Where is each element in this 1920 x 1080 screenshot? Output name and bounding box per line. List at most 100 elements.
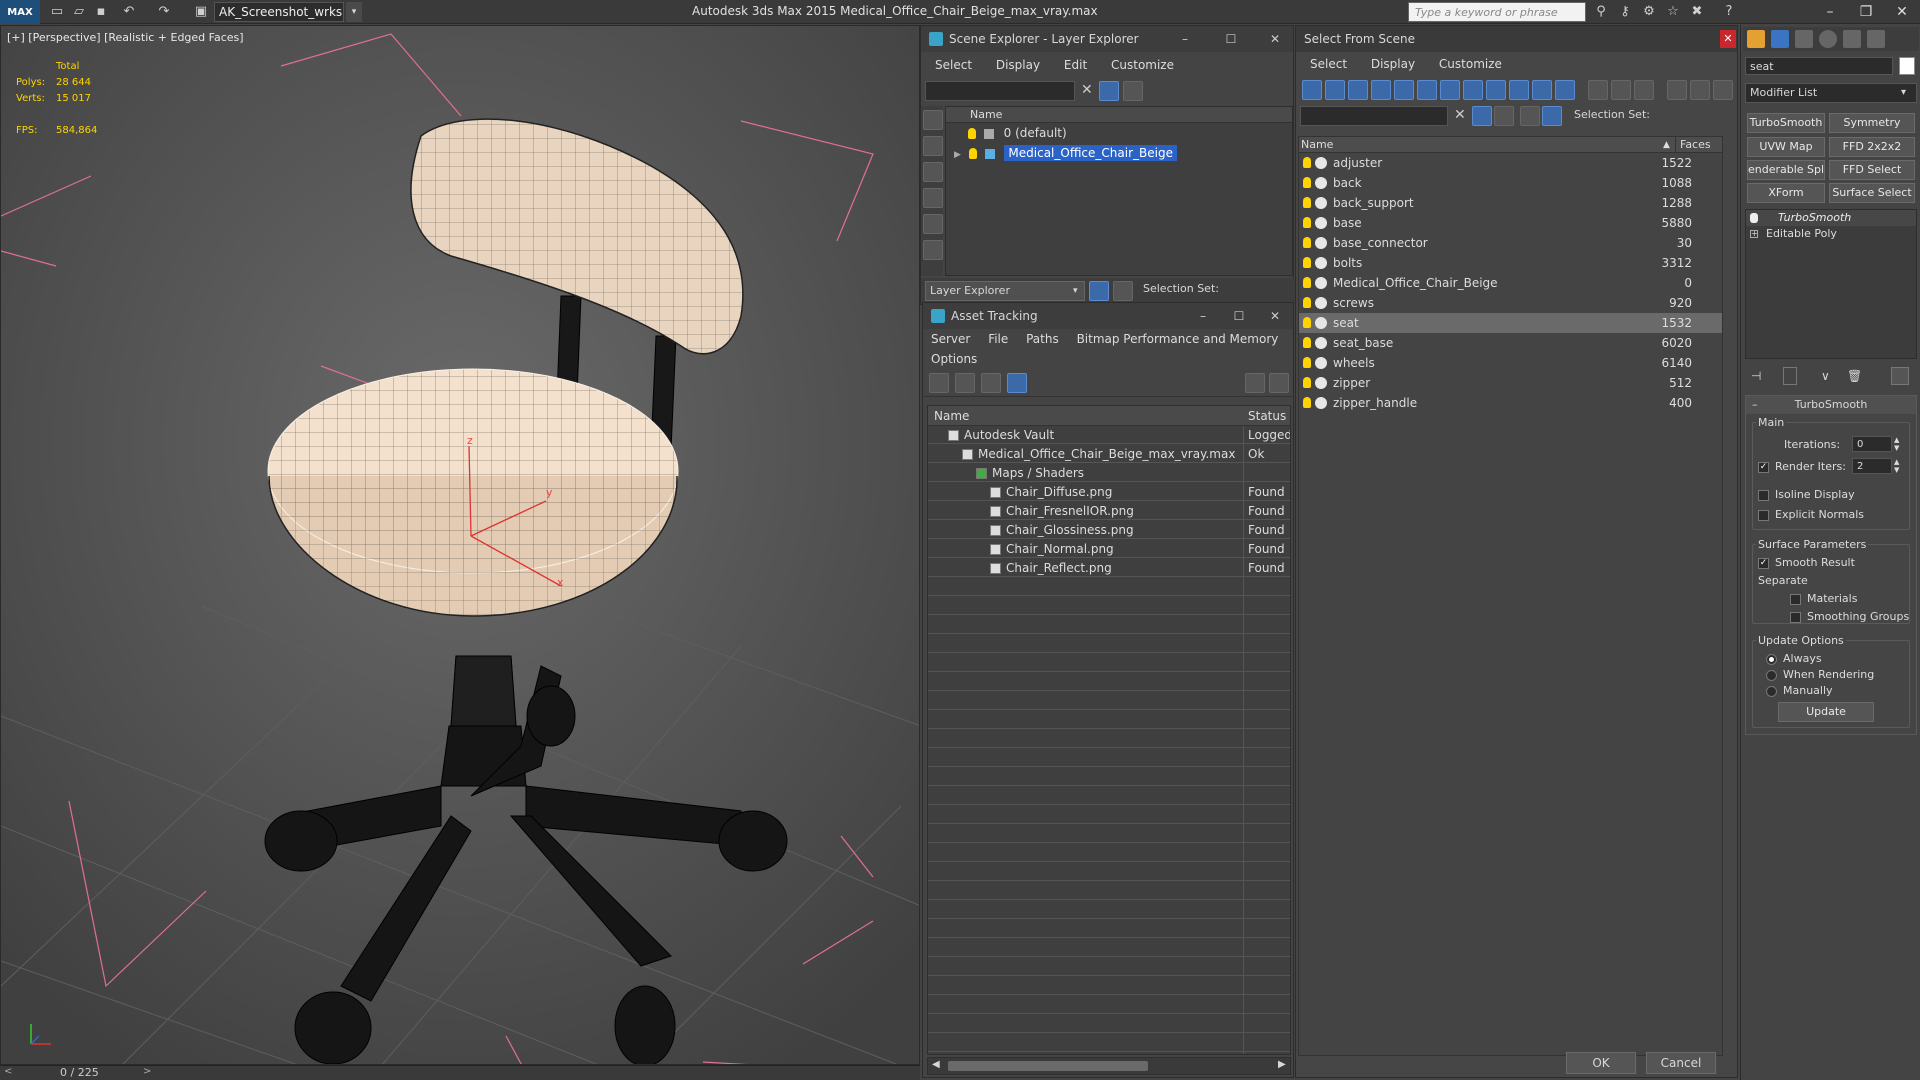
light-bulb-icon[interactable] — [1303, 177, 1311, 188]
display-spacewarps-icon[interactable] — [1417, 80, 1437, 100]
save-icon[interactable]: ▪ — [92, 3, 110, 21]
turbosmooth-rollout-header[interactable]: – TurboSmooth — [1746, 396, 1916, 414]
show-end-result-icon[interactable] — [1783, 367, 1797, 385]
display-cameras-icon[interactable] — [923, 214, 943, 234]
light-bulb-icon[interactable] — [1303, 157, 1311, 168]
select-dialog-close-button[interactable]: ✕ — [1720, 30, 1736, 48]
modifier-renderable-spline-button[interactable]: enderable Splir — [1747, 160, 1825, 180]
sfs-search-input[interactable] — [1300, 106, 1448, 126]
object-row[interactable]: Medical_Office_Chair_Beige 0 — [1299, 273, 1722, 293]
display-lights-icon[interactable] — [923, 188, 943, 208]
select-none-icon[interactable] — [1611, 80, 1631, 100]
col-name-header[interactable]: Name — [934, 406, 969, 426]
menu-server[interactable]: Server — [931, 332, 970, 346]
light-bulb-icon[interactable] — [968, 148, 977, 159]
sfs-menu-display[interactable]: Display — [1371, 57, 1415, 71]
object-row[interactable]: screws 920 — [1299, 293, 1722, 313]
hierarchy-icon[interactable] — [1113, 281, 1133, 301]
display-helpers-icon[interactable] — [1394, 80, 1414, 100]
display-xrefs-icon[interactable] — [1463, 80, 1483, 100]
table-view-icon[interactable] — [1007, 373, 1027, 393]
display-helpers-icon[interactable] — [923, 240, 943, 260]
viewport-label[interactable]: [+] [Perspective] [Realistic + Edged Fac… — [7, 31, 244, 44]
explicit-normals-row[interactable]: Explicit Normals — [1758, 508, 1864, 521]
sort-icon[interactable] — [1690, 80, 1710, 100]
modifier-surface-select-button[interactable]: Surface Select — [1829, 183, 1915, 203]
display-shapes-icon[interactable] — [1325, 80, 1345, 100]
time-next-icon[interactable]: > — [143, 1066, 151, 1077]
help-icon[interactable]: ? — [1720, 3, 1738, 21]
display-objects-icon[interactable] — [923, 110, 943, 130]
sfs-filter-icon[interactable] — [1472, 106, 1492, 126]
asset-row[interactable]: Chair_Glossiness.png Found — [928, 521, 1290, 540]
undo-icon[interactable]: ↶ — [120, 3, 138, 21]
asset-row[interactable]: Maps / Shaders — [928, 464, 1290, 483]
modifier-on-icon[interactable] — [1750, 213, 1758, 223]
smoothing-groups-checkbox[interactable] — [1790, 611, 1801, 623]
layer-row-chair[interactable]: ▶ Medical_Office_Chair_Beige — [946, 143, 1292, 163]
utilities-tab-icon[interactable] — [1867, 30, 1885, 48]
perspective-viewport[interactable]: y x z [+] [Perspective] [Realistic + Edg… — [0, 25, 920, 1065]
select-invert-icon[interactable] — [1634, 80, 1654, 100]
light-bulb-icon[interactable] — [1303, 377, 1311, 388]
light-bulb-icon[interactable] — [1303, 397, 1311, 408]
render-iters-checkbox[interactable]: ✓ — [1758, 461, 1769, 473]
minimize-button[interactable]: – — [1812, 0, 1848, 24]
menu-paths[interactable]: Paths — [1026, 332, 1059, 346]
display-cameras-icon[interactable] — [1371, 80, 1391, 100]
modifier-turbosmooth-button[interactable]: TurboSmooth — [1747, 113, 1825, 133]
layer-explorer-icon[interactable] — [1089, 281, 1109, 301]
update-button[interactable]: Update — [1778, 702, 1874, 722]
menu-edit[interactable]: Edit — [1064, 58, 1087, 72]
light-bulb-icon[interactable] — [1303, 297, 1311, 308]
object-row[interactable]: adjuster 1522 — [1299, 153, 1722, 173]
materials-row[interactable]: Materials — [1790, 592, 1857, 605]
scene-explorer-close-button[interactable]: ✕ — [1257, 26, 1293, 52]
scene-explorer-maximize-button[interactable]: ☐ — [1213, 26, 1249, 52]
light-bulb-icon[interactable] — [968, 128, 976, 139]
scroll-left-icon[interactable]: ◀ — [932, 1059, 940, 1070]
refresh-icon[interactable] — [929, 373, 949, 393]
light-bulb-icon[interactable] — [1303, 317, 1311, 328]
modifier-list-chevron-down-icon[interactable]: ▾ — [1901, 83, 1906, 103]
configure-sets-icon[interactable] — [1891, 367, 1909, 385]
display-geometry-icon[interactable] — [1302, 80, 1322, 100]
filter-icon[interactable] — [1099, 81, 1119, 101]
menu-customize[interactable]: Customize — [1111, 58, 1174, 72]
object-color-swatch[interactable] — [1899, 57, 1915, 75]
iterations-spinner-arrows-icon[interactable]: ▲ ▼ — [1894, 436, 1899, 452]
binoculars-icon[interactable]: ⚲ — [1592, 3, 1610, 21]
ok-button[interactable]: OK — [1566, 1052, 1636, 1074]
pin-stack-icon[interactable]: ⊣ — [1751, 369, 1761, 383]
explicit-normals-checkbox[interactable] — [1758, 509, 1769, 521]
time-slider[interactable]: < 0 / 225 > — [0, 1065, 920, 1080]
asset-row[interactable]: Chair_Diffuse.png Found — [928, 483, 1290, 502]
light-bulb-icon[interactable] — [1303, 337, 1311, 348]
materials-checkbox[interactable] — [1790, 593, 1801, 605]
layer-tree-header-name[interactable]: Name — [946, 107, 1292, 123]
favorites-star-icon[interactable]: ☆ — [1664, 3, 1682, 21]
project-folder-icon[interactable]: ▣ — [192, 3, 210, 21]
object-row[interactable]: seat 1532 — [1299, 313, 1722, 333]
thumbnail-view-icon[interactable] — [981, 373, 1001, 393]
display-geometry-icon[interactable] — [923, 136, 943, 156]
asset-tracking-minimize-button[interactable]: – — [1185, 303, 1221, 329]
sfs-menu-select[interactable]: Select — [1310, 57, 1347, 71]
modifier-xform-button[interactable]: XForm — [1747, 183, 1825, 203]
search-input[interactable]: Type a keyword or phrase — [1408, 2, 1586, 22]
update-manually-row[interactable]: Manually — [1766, 684, 1833, 697]
asset-hscrollbar[interactable]: ◀ ▶ — [927, 1057, 1291, 1075]
light-bulb-icon[interactable] — [1303, 197, 1311, 208]
light-bulb-icon[interactable] — [1303, 237, 1311, 248]
menu-file[interactable]: File — [988, 332, 1008, 346]
asset-row[interactable]: Medical_Office_Chair_Beige_max_vray.max O… — [928, 445, 1290, 464]
update-when-rendering-row[interactable]: When Rendering — [1766, 668, 1874, 681]
asset-settings-icon[interactable] — [1269, 373, 1289, 393]
close-button[interactable]: ✕ — [1884, 0, 1920, 24]
workspace-select[interactable]: AK_Screenshot_wrksp — [214, 2, 344, 22]
key-icon[interactable]: ⚷ — [1616, 3, 1634, 21]
object-row[interactable]: zipper_handle 400 — [1299, 393, 1722, 413]
asset-tracking-title-bar[interactable]: Asset Tracking – ☐ ✕ — [923, 303, 1293, 329]
new-file-icon[interactable]: ▭ — [48, 3, 66, 21]
sfs-col-name[interactable]: Name — [1301, 137, 1333, 153]
